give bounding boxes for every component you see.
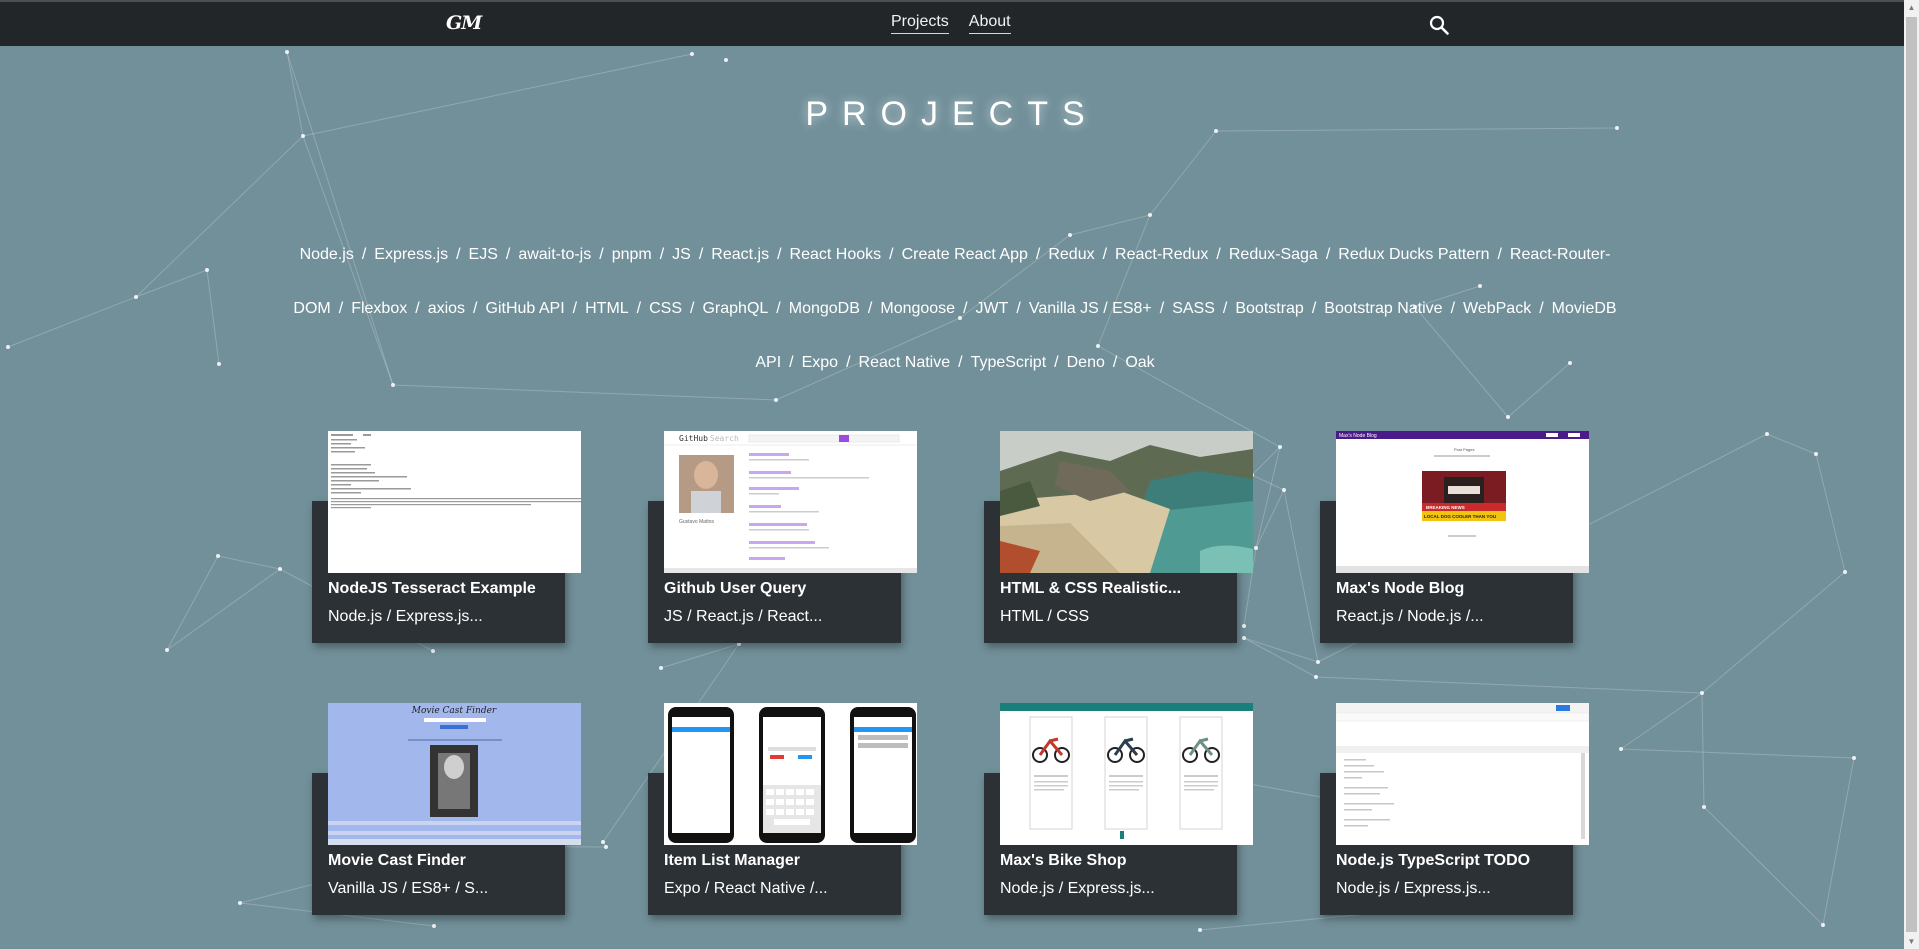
project-card[interactable]: Max's Node Blog Post Pages BREAKING NEWS… (1320, 431, 1589, 643)
project-thumbnail[interactable]: GitHub Search Gustavo Mattos (664, 431, 917, 573)
project-tags: Vanilla JS / ES8+ / S... (328, 880, 489, 897)
project-tags: Expo / React Native /... (664, 880, 828, 897)
project-tags: React.js / Node.js /... (1336, 608, 1484, 625)
thumb-brand: Max's Node Blog (1339, 433, 1377, 439)
project-title: Movie Cast Finder (328, 852, 466, 869)
movie-thumbnail-image: Movie Cast Finder (328, 703, 581, 845)
thumb-brand-text: GitHub (679, 434, 708, 443)
project-card[interactable]: GitHub Search Gustavo Mattos Github User… (648, 431, 917, 643)
thumb-brand: Movie Cast Finder (411, 706, 497, 716)
project-card[interactable]: HTML & CSS Realistic... HTML / CSS (984, 431, 1253, 643)
project-grid: NodeJS Tesseract Example Node.js / Expre… (0, 0, 1904, 949)
scroll-up-icon[interactable]: ▲ (1904, 0, 1919, 15)
project-thumbnail[interactable] (1336, 703, 1589, 845)
project-title: Node.js TypeScript TODO (1336, 852, 1531, 869)
project-card[interactable]: Movie Cast Finder Movie Cast Finder Vani… (312, 703, 581, 915)
project-tags: Node.js / Express.js... (1000, 880, 1155, 897)
project-thumbnail[interactable] (1000, 703, 1253, 845)
blog-thumbnail-image: Max's Node Blog Post Pages BREAKING NEWS… (1336, 431, 1589, 573)
project-title: Github User Query (664, 580, 807, 597)
project-card[interactable]: Max's Bike Shop Node.js / Express.js... (984, 703, 1253, 915)
scrollbar[interactable]: ▲ ▼ (1904, 0, 1919, 949)
project-tags: JS / React.js / React... (664, 608, 823, 625)
nav-links: Projects About (891, 13, 1011, 34)
page: GM Projects About ▲ ▼ PROJECTS Node.js / E… (0, 0, 1919, 949)
phones-thumbnail-image (664, 703, 917, 845)
scroll-thumb[interactable] (1906, 17, 1917, 932)
todo-thumbnail-image (1336, 703, 1589, 845)
project-tags: Node.js / Express.js... (1336, 880, 1491, 897)
thumb-search-text: Search (710, 434, 739, 443)
nav-link-projects[interactable]: Projects (891, 13, 949, 34)
thumb-brand: GitHub Search (679, 434, 739, 443)
project-thumbnail[interactable]: Max's Node Blog Post Pages BREAKING NEWS… (1336, 431, 1589, 573)
project-title: NodeJS Tesseract Example (328, 580, 536, 597)
project-card[interactable]: NodeJS Tesseract Example Node.js / Expre… (312, 431, 581, 643)
project-tags: Node.js / Express.js... (328, 608, 483, 625)
bikes-thumbnail-image (1000, 703, 1253, 845)
project-thumbnail[interactable] (664, 703, 917, 845)
github-thumbnail-image: GitHub Search Gustavo Mattos (664, 431, 917, 573)
project-card[interactable]: Node.js TypeScript TODO Node.js / Expres… (1320, 703, 1589, 915)
nav-link-about[interactable]: About (968, 13, 1011, 34)
project-thumbnail[interactable]: Movie Cast Finder (328, 703, 581, 845)
project-title: Max's Bike Shop (1000, 852, 1127, 869)
project-tags: HTML / CSS (1000, 608, 1090, 625)
coast-photo-image (1000, 431, 1253, 573)
project-title: Item List Manager (664, 852, 801, 869)
thumb-name: Gustavo Mattos (679, 519, 715, 525)
search-icon (1429, 15, 1449, 35)
tesseract-thumbnail-image (328, 431, 581, 573)
thumb-heading: Post Pages (1454, 447, 1474, 452)
navbar: GM Projects About (0, 0, 1904, 46)
project-thumbnail[interactable] (328, 431, 581, 573)
scroll-down-icon[interactable]: ▼ (1904, 934, 1919, 949)
project-card[interactable]: Item List Manager Expo / React Native /.… (648, 703, 917, 915)
logo[interactable]: GM (446, 12, 482, 34)
project-title: Max's Node Blog (1336, 580, 1465, 597)
thumb-banner-bottom: LOCAL DOG COOLER THAN YOU (1424, 514, 1496, 519)
project-title: HTML & CSS Realistic... (1000, 580, 1182, 597)
thumb-banner-top: BREAKING NEWS (1426, 505, 1465, 510)
search-button[interactable] (1428, 14, 1450, 36)
project-thumbnail[interactable] (1000, 431, 1253, 573)
